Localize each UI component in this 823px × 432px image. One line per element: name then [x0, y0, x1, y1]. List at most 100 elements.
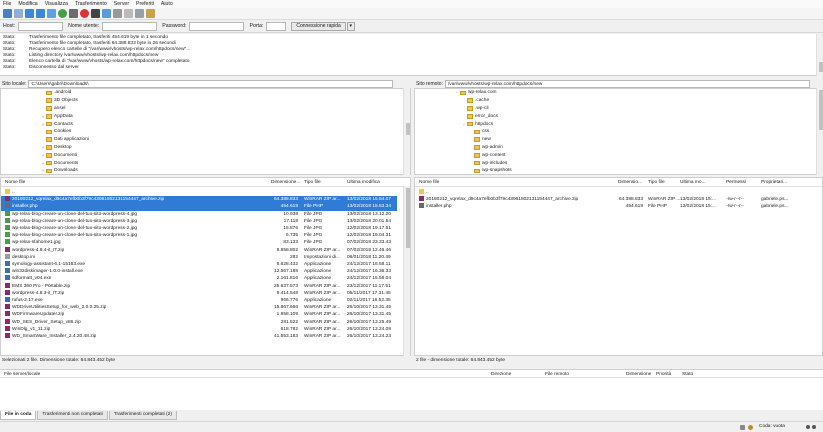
remote-path-input[interactable]: /var/www/vhosts/wp-relax.com/httpdocs/ne…	[444, 79, 810, 88]
file-row[interactable]: wp-relax-sfahome1.jpg 83.133 File JPG 07/02…	[1, 239, 397, 246]
tree-item[interactable]: 3D Objects	[41, 97, 410, 105]
file-row[interactable]: WDDriveUtilitiesSetup_for_web_2.0.0.25.z…	[1, 304, 397, 311]
search-icon[interactable]	[135, 9, 144, 18]
queue-column-header[interactable]: Priorità	[656, 372, 671, 377]
queue-column-header[interactable]: File server/locale	[4, 372, 40, 377]
refresh-icon[interactable]	[58, 9, 67, 18]
menu-item[interactable]: Preferiti	[136, 1, 154, 7]
queue-column-header[interactable]: Direzione	[491, 372, 511, 377]
menu-item[interactable]: Modifica	[18, 1, 37, 7]
expand-toggle-icon[interactable]: +	[41, 145, 45, 150]
menu-item[interactable]: Server	[114, 1, 129, 7]
tree-item[interactable]: + Contacts	[41, 120, 410, 128]
site-manager-icon[interactable]	[3, 9, 12, 18]
tree-item[interactable]: − httpdocs	[455, 120, 822, 128]
tree-item[interactable]: wp-includes	[455, 159, 822, 167]
tree-item[interactable]: + Documents	[41, 159, 410, 167]
tree-item[interactable]: wp-admin	[455, 144, 822, 152]
expand-toggle-icon[interactable]: +	[41, 114, 45, 119]
tree-item[interactable]: Dati applicazioni	[41, 136, 410, 144]
host-input[interactable]	[18, 21, 64, 31]
directory-compare-icon[interactable]	[113, 9, 122, 18]
local-files-scrollbar[interactable]	[403, 186, 410, 356]
port-input[interactable]	[266, 21, 287, 31]
queue-tab[interactable]: Trasferimenti non completati	[37, 411, 108, 420]
file-row[interactable]: EMS 360 Pro - Portable.zip 25.637.573 WinR…	[1, 282, 397, 290]
menu-item[interactable]: Visualizza	[45, 1, 68, 7]
remote-tree-scrollbar[interactable]	[816, 88, 823, 175]
queue-column-header[interactable]: Dimensione	[626, 372, 651, 377]
tree-item[interactable]: new	[455, 136, 822, 144]
local-tree-scrollbar[interactable]	[403, 88, 410, 175]
queue-column-header[interactable]: File remoto	[545, 372, 569, 377]
file-row[interactable]: ..	[1, 189, 397, 196]
toggle-remote-tree-icon[interactable]	[36, 9, 45, 18]
cancel-icon[interactable]	[80, 9, 89, 18]
queue-column-header[interactable]: Stato	[682, 372, 693, 377]
tree-item[interactable]: wp-snapshots	[455, 167, 822, 175]
toggle-local-tree-icon[interactable]	[25, 9, 34, 18]
column-header[interactable]: Proprietari...	[761, 180, 787, 185]
column-header[interactable]: Permessi	[726, 180, 746, 185]
username-input[interactable]	[102, 21, 158, 31]
quickconnect-history-dropdown[interactable]: ▾	[346, 21, 355, 31]
file-row[interactable]: 20180212_vqrelax_d9c4a7efb0b3f79c4396180…	[415, 196, 822, 203]
process-queue-icon[interactable]	[69, 9, 78, 18]
tree-item[interactable]: + Desktop	[41, 144, 410, 152]
file-row[interactable]: wp-relax-blog-creare-un-clone-del-tuo-si…	[1, 232, 397, 239]
column-header[interactable]: Nome file	[5, 180, 25, 185]
menu-item[interactable]: Aiuto	[161, 1, 173, 7]
file-row[interactable]: sdformatt_v04.exe 2.161.816 Applicazione 24…	[1, 275, 397, 282]
file-row[interactable]: wp-relax-blog-creare-un-clone-del-tuo-si…	[1, 217, 397, 225]
tree-item[interactable]: .cache	[455, 97, 822, 105]
expand-toggle-icon[interactable]: +	[41, 153, 45, 158]
tree-item[interactable]: error_docs	[455, 112, 822, 120]
file-row[interactable]: wp-relax-blog-creare-un-clone-del-tuo-si…	[1, 210, 397, 218]
column-header[interactable]: Ultima mo...	[680, 180, 706, 185]
expand-toggle-icon[interactable]: +	[41, 122, 45, 127]
file-row[interactable]: wordpress-4.8.3-it_IT.zip 9.414.548 WinRAR…	[1, 289, 397, 297]
password-input[interactable]	[189, 21, 245, 31]
tree-item[interactable]: css	[455, 128, 822, 136]
menu-item[interactable]: File	[3, 1, 11, 7]
tree-item[interactable]: wp-content	[455, 151, 822, 159]
column-header[interactable]: Dimensio...	[618, 180, 642, 185]
file-row[interactable]: installer.php 454.619 File PHP 13/02/2018 1…	[415, 203, 822, 210]
file-row[interactable]: desktop.ini 282 Impostazioni di... 06/01/20…	[1, 253, 397, 261]
queue-tab[interactable]: Trasferimenti completati (2)	[108, 411, 177, 420]
tree-item[interactable]: + AppData	[41, 112, 410, 120]
tree-item[interactable]: + Downloads	[41, 167, 410, 175]
column-header[interactable]: Nome file	[419, 180, 439, 185]
tree-item[interactable]: .wp-cli	[455, 105, 822, 113]
file-row[interactable]: wp-relax-blog-creare-un-clone-del-tuo-si…	[1, 225, 397, 232]
file-row[interactable]: rufus-2.17.exe 966.776 Applicazione 02/11/2…	[1, 297, 397, 304]
file-row[interactable]: 20180212_vqrelax_d9c4a7efb0b3f79c4396180…	[1, 196, 397, 204]
tree-item[interactable]: ansel	[41, 105, 410, 113]
file-row[interactable]: ..	[415, 189, 822, 196]
tree-item[interactable]: Cookies	[41, 128, 410, 136]
expand-toggle-icon[interactable]: +	[41, 168, 45, 173]
file-row[interactable]: win32diskimager-1.0.0-install.exe 12.567.…	[1, 268, 397, 275]
file-row[interactable]: WinDlg_v1_11.zip 618.782 WinRAR ZIP ar... 2…	[1, 325, 397, 333]
tree-item[interactable]: − wp-relax.com	[455, 89, 822, 97]
file-row[interactable]: symology-assistant-6.1-15163.exe 8.628.43…	[1, 261, 397, 268]
disconnect-icon[interactable]	[91, 9, 100, 18]
tree-item[interactable]: + Documenti	[41, 151, 410, 159]
tree-item[interactable]: .android	[41, 89, 410, 97]
column-header[interactable]: Tipo file	[304, 180, 321, 185]
filter-icon[interactable]	[124, 9, 133, 18]
toggle-log-icon[interactable]	[14, 9, 23, 18]
file-row[interactable]: WDFirmwareUpdater.zip 1.958.109 WinRAR ZIP…	[1, 311, 397, 318]
toggle-queue-icon[interactable]	[47, 9, 56, 18]
file-row[interactable]: WD_SmartWare_Installer_2.4.20.48.zip 41.5…	[1, 333, 397, 340]
expand-toggle-icon[interactable]: −	[455, 90, 459, 95]
quickconnect-button[interactable]: Connessione rapida	[291, 21, 346, 31]
column-header[interactable]: Dimensione...	[271, 180, 300, 185]
find-files-icon[interactable]	[146, 9, 155, 18]
menu-item[interactable]: Trasferimento	[75, 1, 107, 7]
expand-toggle-icon[interactable]: −	[462, 122, 466, 127]
log-scrollbar[interactable]	[816, 34, 823, 76]
reconnect-icon[interactable]	[102, 9, 111, 18]
file-row[interactable]: WD_SES_Driver_Setup_v86.zip 281.522 WinRAR…	[1, 318, 397, 326]
expand-toggle-icon[interactable]: +	[41, 161, 45, 166]
